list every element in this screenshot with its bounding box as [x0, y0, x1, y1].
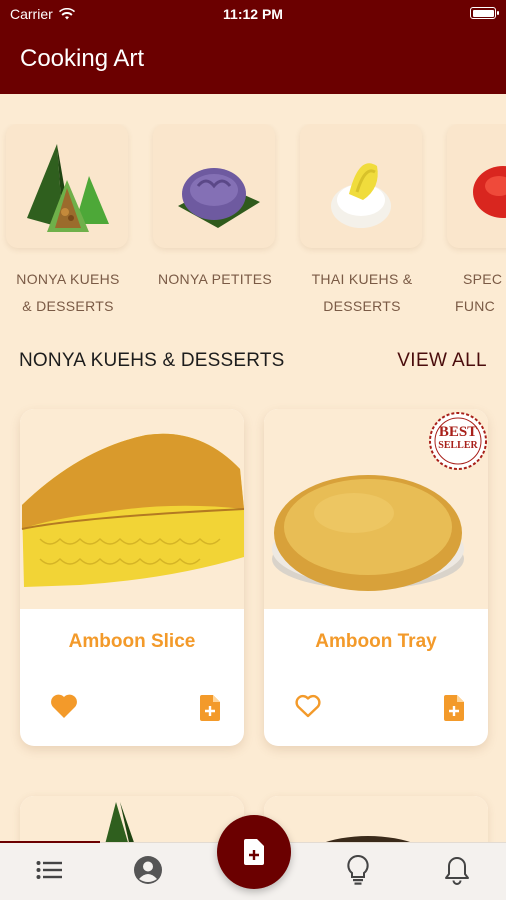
- app-header: Carrier 11:12 PM Cooking Art: [0, 0, 506, 94]
- add-to-order-icon[interactable]: [200, 695, 220, 721]
- category-image: [6, 124, 128, 248]
- add-to-order-icon[interactable]: [444, 695, 464, 721]
- product-card[interactable]: Amboon Slice: [20, 409, 244, 746]
- category-special-functions[interactable]: SPEC FUNC: [447, 124, 506, 320]
- category-label: NONYA PETITES: [157, 271, 273, 287]
- lightbulb-icon: [347, 854, 369, 885]
- heart-outline-icon[interactable]: [294, 693, 322, 719]
- category-label: THAI KUEHS & DESSERTS: [311, 271, 413, 314]
- page-title: Cooking Art: [20, 45, 145, 72]
- heart-filled-icon[interactable]: [50, 693, 78, 719]
- category-carousel[interactable]: NONYA KUEHS & DESSERTS NONYA PETITES THA…: [0, 124, 506, 324]
- view-all-link[interactable]: VIEW ALL: [397, 350, 487, 372]
- add-order-icon: [244, 839, 264, 865]
- best-seller-text: BEST SELLER: [438, 424, 478, 452]
- section-title: NONYA KUEHS & DESSERTS: [19, 350, 285, 371]
- tab-profile[interactable]: [133, 855, 163, 885]
- category-thai-kuehs[interactable]: THAI KUEHS & DESSERTS: [300, 124, 424, 320]
- battery-icon: [470, 7, 499, 19]
- list-icon: [36, 861, 62, 879]
- category-image: [300, 124, 422, 248]
- product-card[interactable]: BEST SELLER Amboon Tray: [264, 409, 488, 746]
- status-bar: Carrier 11:12 PM: [0, 4, 506, 24]
- category-image: [447, 124, 506, 248]
- product-name: Amboon Tray: [315, 631, 437, 652]
- status-time: 11:12 PM: [223, 6, 283, 22]
- tab-notifications[interactable]: [442, 855, 472, 885]
- category-image: [153, 124, 275, 248]
- category-label: SPEC FUNC: [455, 271, 503, 314]
- category-nonya-kuehs[interactable]: NONYA KUEHS & DESSERTS: [6, 124, 130, 320]
- bell-icon: [445, 857, 469, 885]
- category-nonya-petites[interactable]: NONYA PETITES: [153, 124, 277, 293]
- tab-list[interactable]: [34, 855, 64, 885]
- product-image: BEST SELLER: [264, 409, 488, 609]
- new-order-button[interactable]: [217, 815, 291, 889]
- product-image: [20, 409, 244, 609]
- profile-icon: [134, 856, 162, 884]
- category-label: NONYA KUEHS & DESSERTS: [16, 271, 120, 314]
- tab-indicator: [0, 841, 100, 843]
- tab-tips[interactable]: [343, 854, 373, 885]
- product-name: Amboon Slice: [68, 631, 196, 652]
